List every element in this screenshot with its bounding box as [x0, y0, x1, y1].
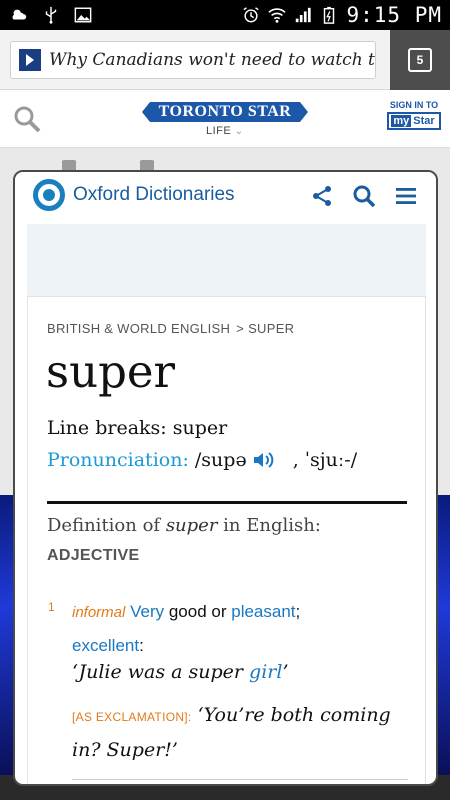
divider	[47, 501, 407, 504]
register-label: informal	[72, 604, 126, 621]
breadcrumb-separator: >	[236, 321, 245, 336]
chevron-down-icon: ⌄	[234, 126, 244, 137]
wifi-icon	[268, 8, 287, 23]
oxford-logo-icon	[33, 179, 65, 211]
dictionary-header: Oxford Dictionaries	[15, 172, 436, 222]
headword: super	[46, 345, 176, 398]
menu-icon[interactable]	[394, 184, 418, 208]
signal-icon	[296, 7, 312, 23]
usb-icon	[45, 6, 57, 24]
sense-definition: informal Very good or pleasant; excellent…	[72, 602, 301, 655]
status-left-icons	[0, 6, 92, 24]
dictionary-popup: Oxford Dictionaries BRITISH & WORLD ENGL…	[13, 170, 438, 786]
line-breaks: Line breaks: super	[47, 417, 228, 439]
pronunciation-ipa: /supə	[194, 449, 247, 471]
link-excellent[interactable]: excellent	[72, 636, 139, 655]
search-icon[interactable]	[352, 184, 376, 208]
background-image	[436, 495, 450, 775]
pronunciation: Pronunciation: /supə , ˈsjuː-/	[47, 449, 357, 471]
site-header: TORONTO STAR LIFE ⌄ SIGN IN TO my Star	[0, 90, 450, 148]
tabs-button[interactable]: 5	[390, 30, 450, 90]
url-text: Why Canadians won't need to watch th	[49, 50, 376, 70]
url-field[interactable]: Why Canadians won't need to watch th	[10, 41, 376, 79]
image-icon	[74, 7, 92, 23]
usage-tag: [AS EXCLAMATION]:	[72, 710, 192, 724]
breadcrumb-root[interactable]: BRITISH & WORLD ENGLISH	[47, 321, 230, 336]
mystar-logo: my Star	[387, 112, 441, 130]
link-pleasant[interactable]: pleasant	[231, 602, 295, 621]
speaker-icon[interactable]	[253, 451, 275, 469]
clock: 9:15 PM	[346, 3, 442, 27]
link-girl[interactable]: girl	[249, 661, 282, 683]
battery-icon	[324, 6, 335, 24]
part-of-speech: ADJECTIVE	[47, 547, 140, 564]
definition-heading: Definition of super in English:	[47, 515, 321, 536]
breadcrumb-leaf: SUPER	[248, 321, 295, 336]
site-favicon-icon	[19, 49, 41, 71]
example-exclamation: [AS EXCLAMATION]: ‘You’re both coming in…	[72, 704, 391, 761]
dictionary-brand[interactable]: Oxford Dictionaries	[73, 184, 235, 206]
pronunciation-ipa-alt: , ˈsjuː-/	[292, 449, 358, 471]
breadcrumb: BRITISH & WORLD ENGLISH > SUPER	[47, 321, 294, 336]
tab-count: 5	[408, 48, 432, 72]
signin-label: SIGN IN TO	[389, 100, 439, 110]
link-very[interactable]: Very	[130, 602, 164, 621]
sense-number: 1	[48, 600, 55, 614]
status-right-icons: 9:15 PM	[242, 3, 450, 27]
ad-banner	[27, 224, 426, 296]
alarm-icon	[243, 7, 260, 23]
example-sentence: ‘Julie was a super girl’	[72, 661, 289, 683]
dictionary-entry: BRITISH & WORLD ENGLISH > SUPER super Line…	[27, 296, 426, 784]
search-icon[interactable]	[12, 104, 42, 134]
section-selector[interactable]: LIFE ⌄	[206, 125, 244, 137]
site-logo[interactable]: TORONTO STAR	[142, 102, 308, 122]
dictionary-toolbar	[310, 184, 418, 208]
background-image	[0, 495, 14, 775]
pronunciation-label: Pronunciation:	[47, 449, 189, 471]
weather-icon	[12, 9, 27, 20]
section-label: LIFE	[206, 125, 232, 137]
browser-bar: Why Canadians won't need to watch th 5	[0, 30, 450, 90]
status-bar: 9:15 PM	[0, 0, 450, 30]
signin-mystar[interactable]: SIGN IN TO my Star	[386, 100, 442, 130]
divider	[72, 779, 408, 780]
share-icon[interactable]	[310, 184, 334, 208]
